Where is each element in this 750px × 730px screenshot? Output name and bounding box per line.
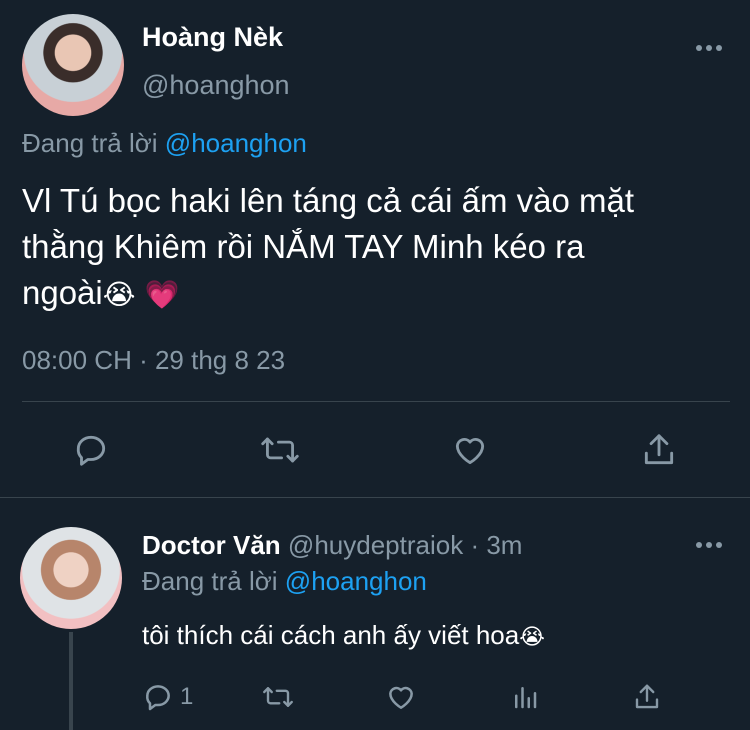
reply-text: tôi thích cái cách anh ấy viết hoa😭	[142, 620, 545, 651]
replying-to: Đang trả lời @hoanghon	[142, 566, 427, 597]
more-icon[interactable]	[694, 537, 724, 553]
crying-emoji: 😭	[519, 624, 545, 649]
replying-to: Đang trả lời @hoanghon	[22, 128, 307, 159]
tweet-text-line-last: ngoài😭 💗	[22, 270, 738, 318]
replying-to-label: Đang trả lời	[22, 128, 158, 158]
tweet-text-line: Vl Tú bọc haki lên táng cả cái ấm vào mặ…	[22, 182, 635, 219]
handle[interactable]: @hoanghon	[142, 70, 290, 101]
reply-text-body: tôi thích cái cách anh ấy viết hoa	[142, 620, 520, 650]
tweet-text-line: thằng Khiêm rồi NẮM TAY Minh kéo ra	[22, 228, 585, 265]
reply-icon[interactable]	[142, 681, 174, 713]
thread-line	[69, 632, 73, 730]
handle[interactable]: @huydeptraiok	[288, 530, 463, 560]
timestamp[interactable]: 08:00 CH · 29 thg 8 23	[22, 345, 285, 376]
tweet-text-line: ngoài	[22, 274, 103, 311]
retweet-icon[interactable]	[260, 682, 296, 712]
tweet-text: Vl Tú bọc haki lên táng cả cái ấm vào mặ…	[22, 178, 738, 318]
section-divider	[0, 497, 750, 498]
analytics-icon[interactable]	[510, 681, 540, 713]
like-icon[interactable]	[385, 681, 417, 713]
reply-icon[interactable]	[72, 431, 110, 469]
avatar[interactable]	[20, 527, 122, 629]
display-name[interactable]: Hoàng Nèk	[142, 22, 283, 53]
avatar[interactable]	[22, 14, 124, 116]
crying-emoji: 😭	[102, 279, 136, 310]
like-icon[interactable]	[450, 431, 490, 469]
share-icon[interactable]	[632, 680, 662, 714]
time[interactable]: 3m	[486, 530, 522, 560]
reply-count: 1	[180, 683, 194, 710]
replying-to-label: Đang trả lời	[142, 566, 278, 596]
display-name[interactable]: Doctor Văn	[142, 530, 281, 560]
share-icon[interactable]	[640, 430, 678, 470]
divider	[22, 401, 730, 402]
retweet-icon[interactable]	[258, 431, 302, 469]
more-icon[interactable]	[694, 40, 724, 56]
replying-to-handle[interactable]: @hoanghon	[165, 128, 307, 158]
replying-to-handle[interactable]: @hoanghon	[285, 566, 427, 596]
separator: ·	[470, 530, 480, 560]
heart-emoji: 💗	[144, 279, 180, 310]
reply-header: Doctor Văn @huydeptraiok · 3m	[142, 530, 522, 561]
